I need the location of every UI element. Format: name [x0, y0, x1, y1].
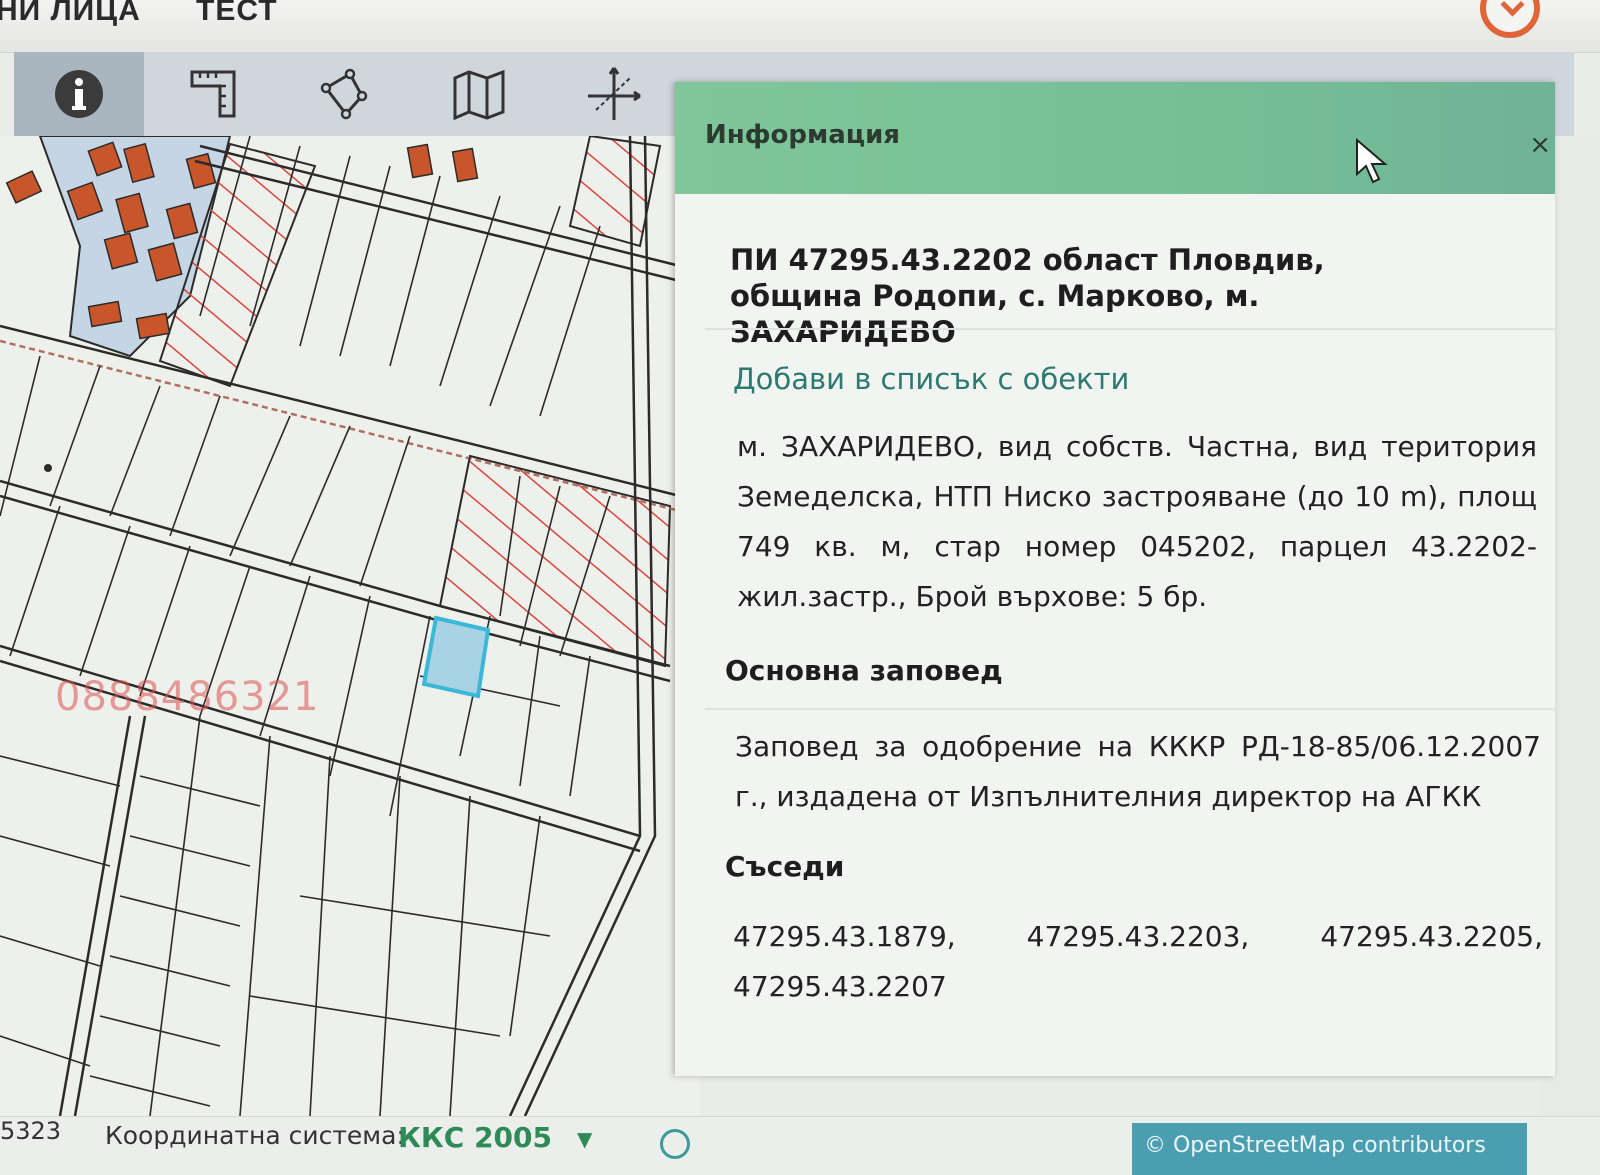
phone-watermark: 0888486321: [55, 674, 320, 720]
selected-parcel[interactable]: [421, 615, 491, 699]
neighbor-item[interactable]: 47295.43.2205,: [1320, 912, 1543, 962]
add-to-objects-link[interactable]: Добави в списък с обекти: [733, 362, 1129, 396]
coordinate-readout: 5323: [0, 1117, 62, 1145]
top-header: НИ ЛИЦА ТЕСТ: [0, 0, 1600, 53]
neighbor-item[interactable]: 47295.43.1879,: [733, 912, 956, 962]
measure-tool-button[interactable]: [149, 52, 279, 136]
info-tool-button[interactable]: [14, 52, 144, 136]
parcel-title: ПИ 47295.43.2202 област Пловдив, община …: [730, 243, 1325, 349]
neighbors-list: 47295.43.1879, 47295.43.2203, 47295.43.2…: [733, 912, 1543, 1012]
location-icon[interactable]: [660, 1129, 690, 1159]
coordinate-system-select[interactable]: ККС 2005: [398, 1121, 552, 1154]
divider: [705, 708, 1555, 710]
cadastral-map[interactable]: 0888486321: [0, 136, 700, 1116]
order-text: Заповед за одобрение на КККР РД-18-85/06…: [735, 730, 1541, 813]
neighbor-item[interactable]: 47295.43.2207: [733, 970, 947, 1003]
polygon-tool-button[interactable]: [279, 52, 409, 136]
nav-link-test[interactable]: ТЕСТ: [196, 0, 278, 28]
coordinates-tool-button[interactable]: [549, 52, 679, 136]
user-menu-icon[interactable]: [1480, 0, 1540, 38]
info-panel-title: Информация: [705, 120, 900, 150]
divider: [705, 328, 1555, 330]
info-panel: Информация × ПИ 47295.43.2202 област Пло…: [675, 82, 1555, 1076]
close-icon[interactable]: ×: [1529, 130, 1551, 160]
parcel-description: м. ЗАХАРИДЕВО, вид собств. Частна, вид т…: [737, 430, 1537, 613]
chevron-down-icon[interactable]: ▼: [577, 1127, 592, 1151]
neighbors-heading: Съседи: [725, 850, 845, 883]
nav-link-persons[interactable]: НИ ЛИЦА: [0, 0, 141, 28]
status-bar: 5323 Координатна система: ККС 2005 ▼ © O…: [0, 1116, 1600, 1175]
neighbor-item[interactable]: 47295.43.2203,: [1027, 912, 1250, 962]
info-panel-header: Информация ×: [675, 82, 1555, 194]
coordinate-system-label: Координатна система:: [105, 1121, 405, 1150]
coordinates-icon: [588, 67, 641, 120]
map-attribution[interactable]: © OpenStreetMap contributors: [1132, 1123, 1527, 1175]
ruler-icon: [190, 70, 236, 118]
map-canvas: [0, 136, 700, 1116]
polygon-icon: [320, 68, 368, 120]
map-icon: [453, 69, 505, 121]
mouse-cursor-icon: [1356, 138, 1388, 184]
layers-tool-button[interactable]: [414, 52, 544, 136]
order-heading: Основна заповед: [725, 654, 1003, 687]
info-icon: [55, 70, 103, 118]
